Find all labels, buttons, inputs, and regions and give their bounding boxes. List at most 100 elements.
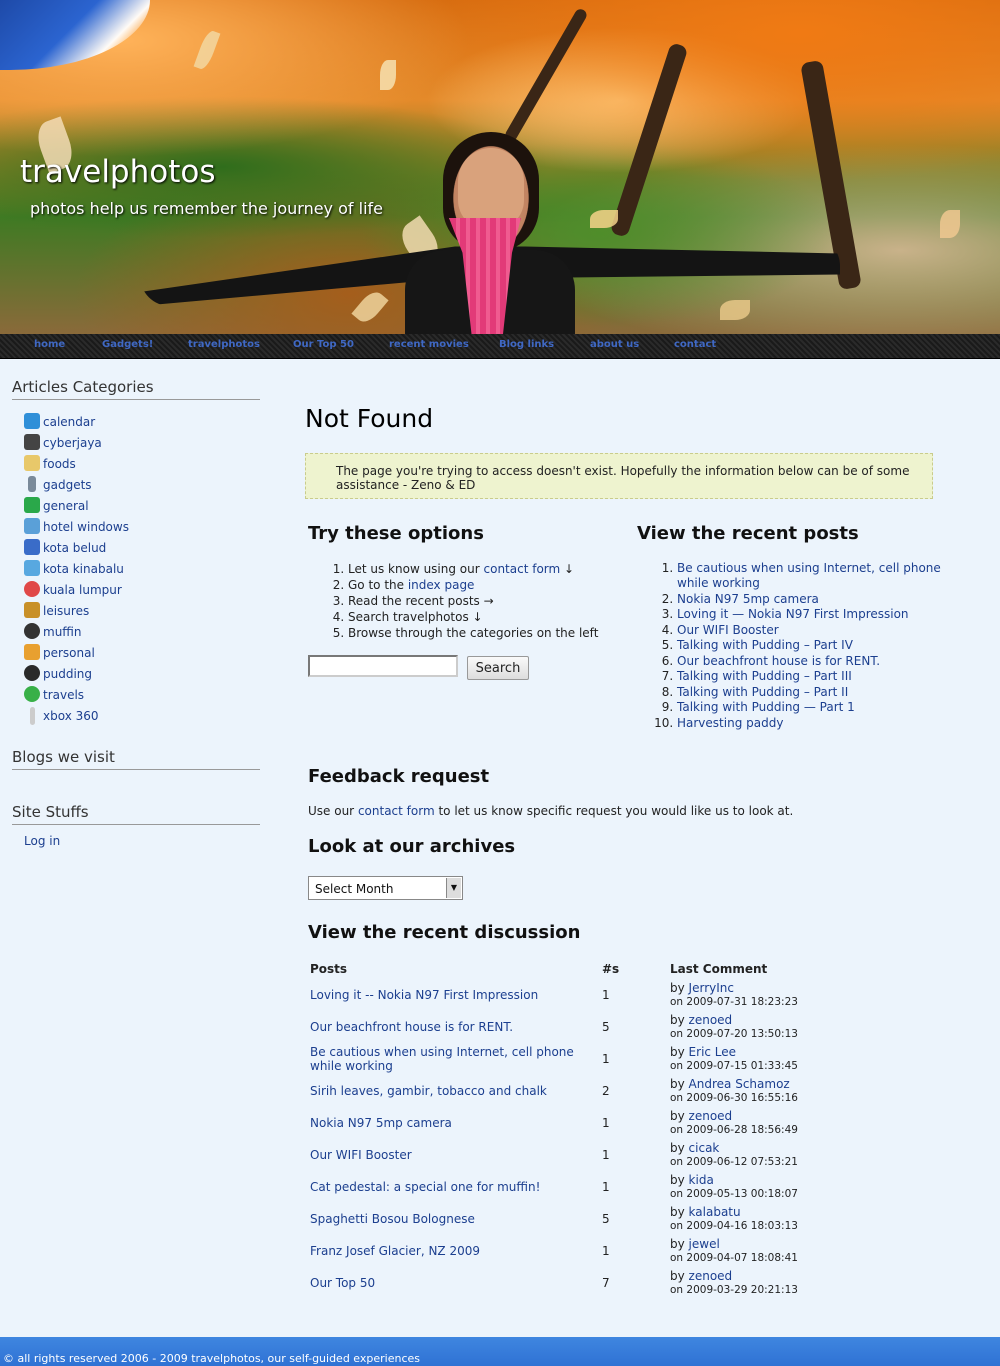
category-label[interactable]: gadgets (43, 478, 92, 492)
option-item: Let us know using our contact form ↓ (348, 561, 648, 577)
archive-month-select[interactable]: Select Month ▼ (308, 876, 463, 900)
category-label[interactable]: leisures (43, 604, 89, 618)
category-label[interactable]: kuala lumpur (43, 583, 122, 597)
recent-post-item: Harvesting paddy (677, 716, 967, 731)
falling-leaf (590, 210, 618, 228)
category-label[interactable]: xbox 360 (43, 709, 99, 723)
discussion-post-link[interactable]: Our WIFI Booster (310, 1148, 595, 1162)
recent-post-link[interactable]: Talking with Pudding – Part IV (677, 638, 853, 652)
search-input[interactable] (308, 655, 458, 677)
author-link[interactable]: zenoed (689, 1013, 733, 1027)
nav-contact[interactable]: contact (674, 339, 716, 350)
discussion-post-link[interactable]: Cat pedestal: a special one for muffin! (310, 1180, 595, 1194)
table-row: Be cautious when using Internet, cell ph… (310, 1044, 810, 1076)
author-link[interactable]: Eric Lee (689, 1045, 737, 1059)
recent-post-link[interactable]: Talking with Pudding – Part III (677, 669, 852, 683)
landscape-icon (24, 560, 40, 576)
comment-count: 1 (602, 1116, 610, 1130)
author-link[interactable]: kalabatu (689, 1205, 741, 1219)
last-comment-author: by zenoed (670, 1013, 733, 1027)
recent-post-link[interactable]: Be cautious when using Internet, cell ph… (677, 561, 941, 590)
discussion-post-link[interactable]: Our Top 50 (310, 1276, 595, 1290)
recent-post-link[interactable]: Loving it — Nokia N97 First Impression (677, 607, 909, 621)
option-item: Browse through the categories on the lef… (348, 625, 648, 641)
window-icon (24, 518, 40, 534)
chevron-down-icon[interactable]: ▼ (446, 878, 461, 898)
discussion-post-link[interactable]: Be cautious when using Internet, cell ph… (310, 1045, 595, 1073)
recent-posts-heading: View the recent posts (637, 523, 859, 544)
discussion-post-link[interactable]: Sirih leaves, gambir, tobacco and chalk (310, 1084, 595, 1098)
index-page-link[interactable]: index page (408, 578, 475, 592)
search-button[interactable]: Search (467, 656, 529, 680)
category-label[interactable]: kota belud (43, 541, 106, 555)
category-label[interactable]: foods (43, 457, 76, 471)
author-link[interactable]: Andrea Schamoz (689, 1077, 790, 1091)
category-label[interactable]: personal (43, 646, 95, 660)
feedback-contact-link[interactable]: contact form (358, 804, 435, 818)
author-link[interactable]: zenoed (689, 1109, 733, 1123)
last-comment-author: by Andrea Schamoz (670, 1077, 790, 1091)
table-row: Spaghetti Bosou Bolognese 5 by kalabatu … (310, 1204, 810, 1236)
category-label[interactable]: kota kinabalu (43, 562, 124, 576)
recent-post-link[interactable]: Talking with Pudding – Part II (677, 685, 848, 699)
falling-leaf (720, 300, 750, 320)
tree-branch (503, 7, 589, 143)
comment-count: 5 (602, 1020, 610, 1034)
nav-gadgets[interactable]: Gadgets! (102, 339, 153, 350)
category-label[interactable]: hotel windows (43, 520, 129, 534)
discussion-post-link[interactable]: Loving it -- Nokia N97 First Impression (310, 988, 595, 1002)
page-curl-decoration (0, 0, 150, 70)
discussion-heading: View the recent discussion (308, 922, 581, 943)
falling-leaf (380, 60, 396, 90)
discussion-post-link[interactable]: Spaghetti Bosou Bolognese (310, 1212, 595, 1226)
login-link[interactable]: Log in (24, 834, 60, 848)
recent-post-item: Talking with Pudding – Part II (677, 685, 967, 700)
recent-post-link[interactable]: Nokia N97 5mp camera (677, 592, 819, 606)
table-row: Sirih leaves, gambir, tobacco and chalk … (310, 1076, 810, 1108)
author-link[interactable]: JerryInc (689, 981, 734, 995)
author-link[interactable]: kida (689, 1173, 714, 1187)
falling-leaf (940, 210, 960, 238)
column-header-posts: Posts (310, 962, 348, 976)
category-label[interactable]: cyberjaya (43, 436, 102, 450)
header-banner: travelphotos photos help us remember the… (0, 0, 1000, 334)
recent-post-link[interactable]: Our WIFI Booster (677, 623, 779, 637)
last-comment-author: by zenoed (670, 1269, 733, 1283)
recent-post-link[interactable]: Our beachfront house is for RENT. (677, 654, 880, 668)
discussion-post-link[interactable]: Our beachfront house is for RENT. (310, 1020, 595, 1034)
calendar-icon (24, 413, 40, 429)
discussion-post-link[interactable]: Franz Josef Glacier, NZ 2009 (310, 1244, 595, 1258)
nav-blog-links[interactable]: Blog links (499, 339, 554, 350)
table-row: Nokia N97 5mp camera 1 by zenoed on 2009… (310, 1108, 810, 1140)
contact-form-link[interactable]: contact form (484, 562, 561, 576)
nav-travelphotos[interactable]: travelphotos (188, 339, 260, 350)
author-link[interactable]: jewel (689, 1237, 720, 1251)
category-label[interactable]: muffin (43, 625, 82, 639)
figure-icon (24, 581, 40, 597)
site-title[interactable]: travelphotos (20, 154, 216, 190)
nav-about-us[interactable]: about us (590, 339, 639, 350)
author-link[interactable]: zenoed (689, 1269, 733, 1283)
recent-post-link[interactable]: Talking with Pudding — Part 1 (677, 700, 855, 714)
falling-leaf (193, 28, 221, 72)
discussion-post-link[interactable]: Nokia N97 5mp camera (310, 1116, 595, 1130)
category-label[interactable]: general (43, 499, 89, 513)
recent-post-link[interactable]: Harvesting paddy (677, 716, 783, 730)
home-icon (24, 644, 40, 660)
last-comment-author: by jewel (670, 1237, 720, 1251)
last-comment-date: on 2009-06-12 07:53:21 (670, 1156, 798, 1168)
last-comment-date: on 2009-03-29 20:21:13 (670, 1284, 798, 1296)
recent-post-item: Our WIFI Booster (677, 623, 967, 638)
nav-our-top-50[interactable]: Our Top 50 (293, 339, 354, 350)
category-label[interactable]: calendar (43, 415, 95, 429)
category-label[interactable]: pudding (43, 667, 92, 681)
comment-count: 1 (602, 1244, 610, 1258)
comment-count: 1 (602, 1148, 610, 1162)
nav-recent-movies[interactable]: recent movies (389, 339, 469, 350)
category-label[interactable]: travels (43, 688, 84, 702)
tree-trunk (609, 42, 689, 238)
nav-home[interactable]: home (34, 339, 65, 350)
author-link[interactable]: cicak (689, 1141, 720, 1155)
comment-count: 2 (602, 1084, 610, 1098)
footer: © all rights reserved 2006 - 2009 travel… (0, 1337, 1000, 1366)
